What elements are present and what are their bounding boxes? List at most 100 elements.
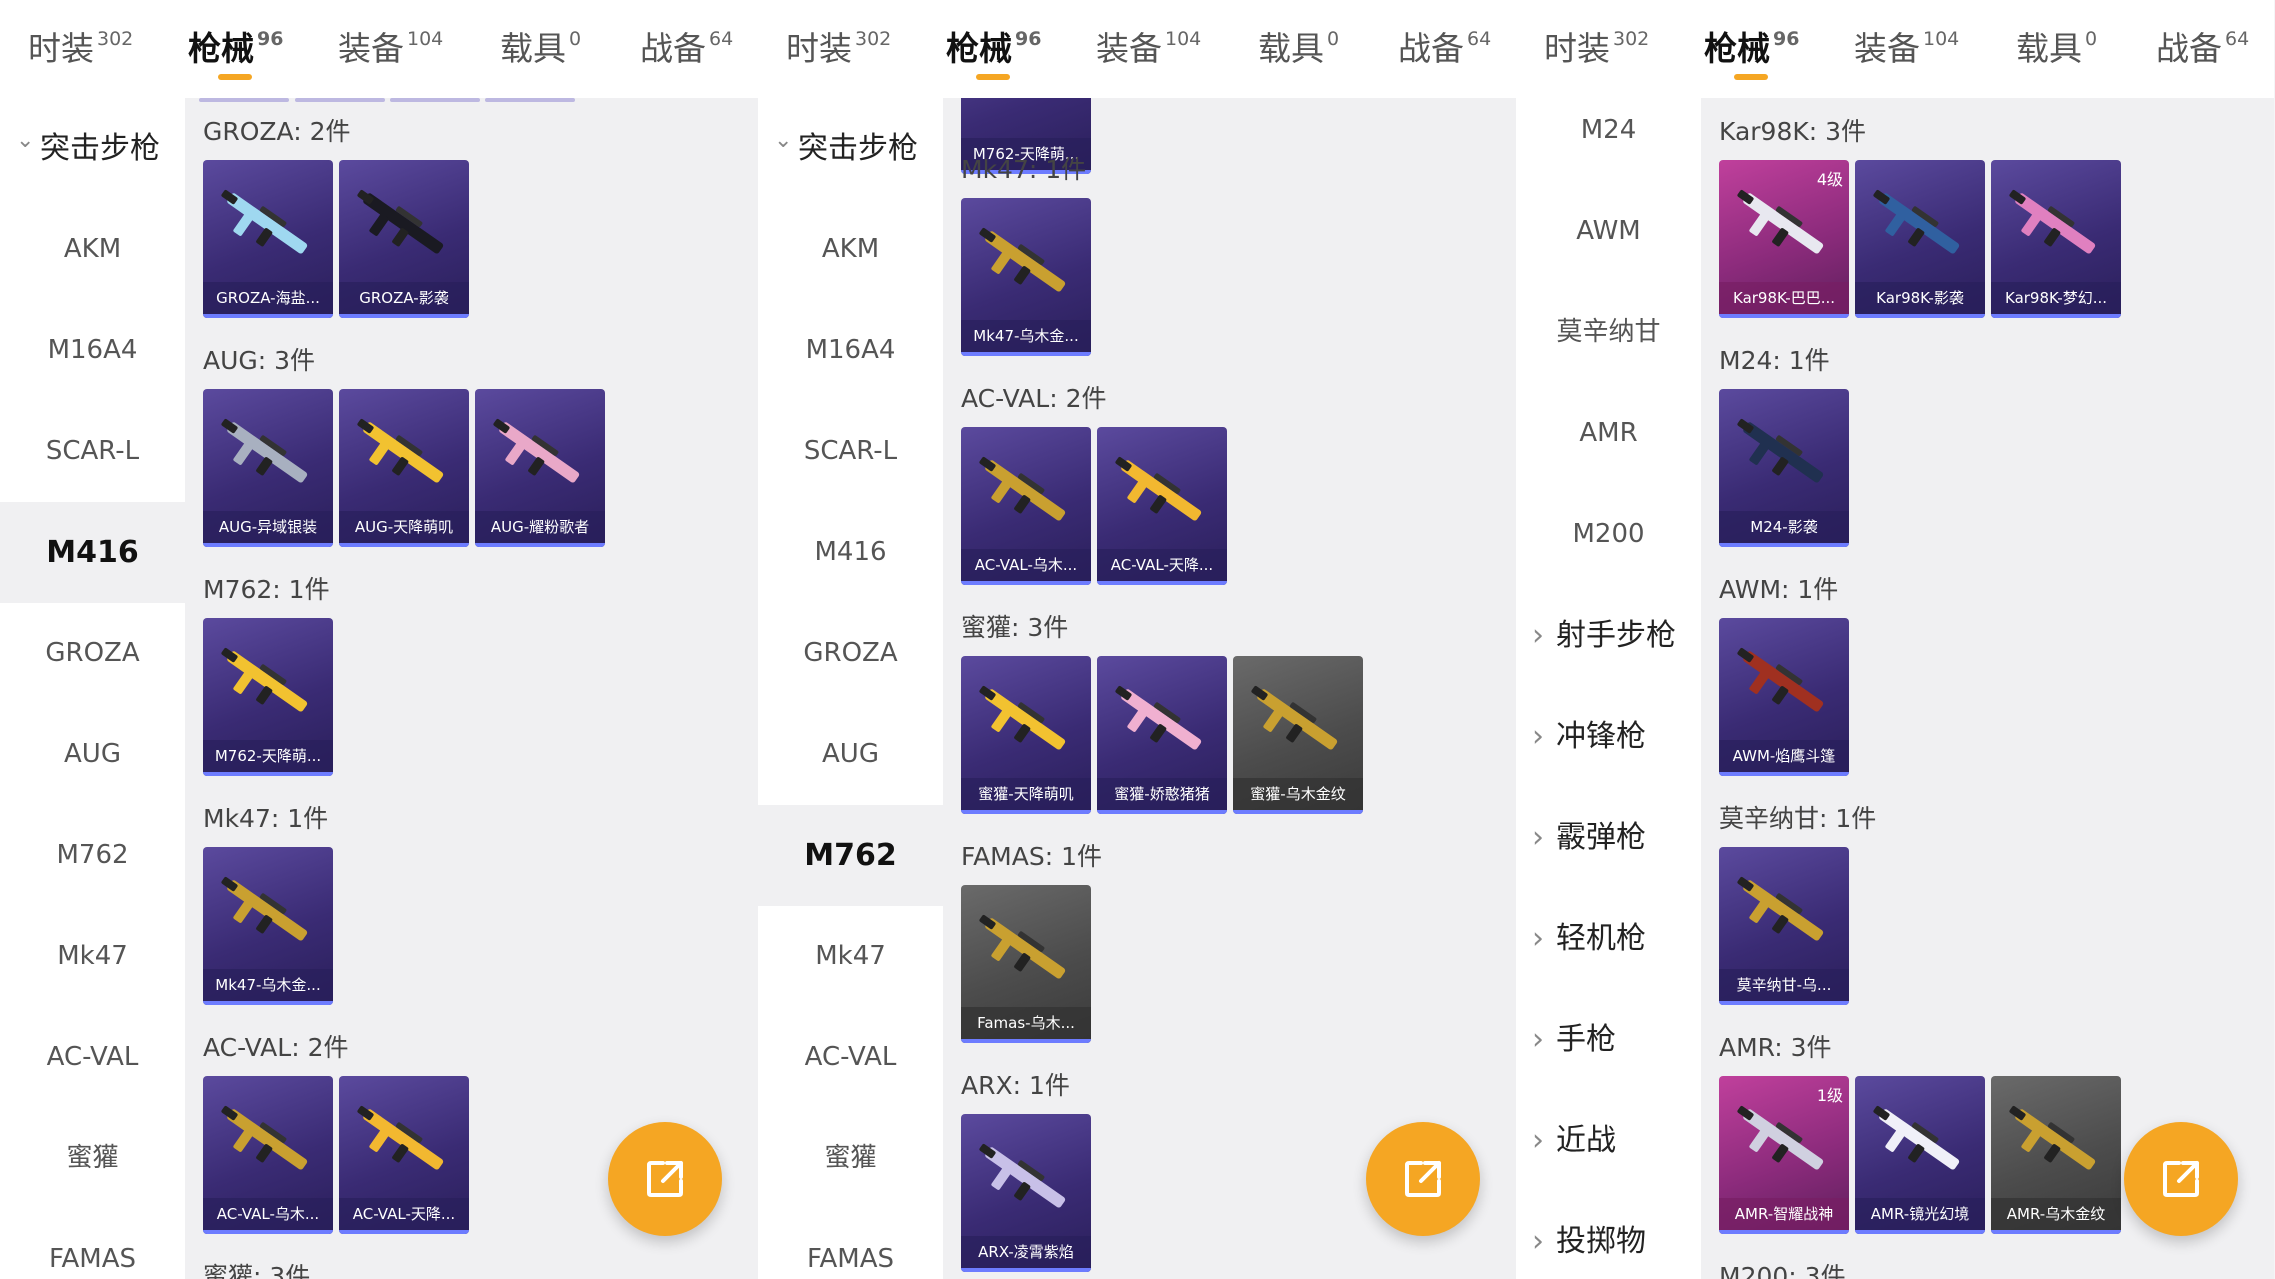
skin-card[interactable]: AC-VAL-天降... — [339, 1076, 469, 1234]
card-bar — [339, 1230, 469, 1234]
category-5[interactable]: › 近战 — [1516, 1090, 1701, 1191]
skin-name: AUG-异域银装 — [203, 511, 333, 543]
tab-count: 64 — [2225, 28, 2250, 50]
sidebar-item-7[interactable]: Mk47 — [758, 906, 943, 1007]
category-label: 近战 — [1556, 1123, 1616, 1158]
inventory-panel-1: 时装 302 枪械 96 装备 104 载具 0 战备 64 ⌄ 突击步枪 AKM M16A4 SCAR-L… — [0, 0, 758, 1279]
gun-icon — [979, 227, 1066, 292]
sidebar-item-3[interactable]: M416 — [0, 502, 185, 603]
tab-label: 枪械 — [946, 29, 1012, 68]
skin-card[interactable]: 4级 Kar98K-巴巴... — [1719, 160, 1849, 318]
sidebar-item-5[interactable]: AUG — [758, 704, 943, 805]
share-button[interactable] — [2124, 1122, 2238, 1236]
sidebar-item-2[interactable]: SCAR-L — [0, 401, 185, 502]
skin-card[interactable]: 蜜獾-娇憨猪猪 — [1097, 656, 1227, 814]
skin-card[interactable]: AMR-乌木金纹 — [1991, 1076, 2121, 1234]
sidebar-item-10[interactable]: FAMAS — [758, 1209, 943, 1279]
sidebar-item-10[interactable]: FAMAS — [0, 1209, 185, 1279]
sidebar-item-4[interactable]: M200 — [1516, 484, 1701, 585]
sidebar-item-6[interactable]: M762 — [0, 805, 185, 906]
tab-1[interactable]: 枪械 96 — [946, 22, 1041, 80]
scrolled-card-edge — [485, 98, 575, 102]
card-bar — [203, 543, 333, 547]
skin-card[interactable]: AWM-焰鹰斗篷 — [1719, 618, 1849, 776]
skin-name: GROZA-影袭 — [339, 282, 469, 314]
sidebar-item-3[interactable]: M416 — [758, 502, 943, 603]
skin-card[interactable]: ARX-凌霄紫焰 — [961, 1114, 1091, 1272]
category-assault-rifle[interactable]: ⌄ 突击步枪 — [758, 98, 943, 199]
sidebar-item-0[interactable]: AKM — [758, 199, 943, 300]
skin-card[interactable]: AMR-镜光幻境 — [1855, 1076, 1985, 1234]
sidebar-item-9[interactable]: 蜜獾 — [758, 1108, 943, 1209]
category-label: 轻机枪 — [1556, 921, 1646, 956]
category-assault-rifle[interactable]: ⌄ 突击步枪 — [0, 98, 185, 199]
scrolled-card-edge — [199, 98, 289, 102]
sidebar-item-2[interactable]: SCAR-L — [758, 401, 943, 502]
tab-1[interactable]: 枪械 96 — [1704, 22, 1800, 80]
tab-2[interactable]: 装备 104 — [338, 22, 443, 72]
skin-card[interactable]: Kar98K-梦幻... — [1991, 160, 2121, 318]
tab-count: 64 — [709, 28, 734, 50]
sidebar-item-3[interactable]: AMR — [1516, 383, 1701, 484]
card-bar — [339, 314, 469, 318]
skin-card[interactable]: Kar98K-影袭 — [1855, 160, 1985, 318]
sidebar-item-6[interactable]: M762 — [758, 805, 943, 906]
tab-2[interactable]: 装备 104 — [1854, 22, 1959, 72]
share-button[interactable] — [1366, 1122, 1480, 1236]
category-0[interactable]: › 射手步枪 — [1516, 585, 1701, 686]
skin-card[interactable]: AC-VAL-乌木... — [203, 1076, 333, 1234]
sidebar-item-1[interactable]: M16A4 — [758, 300, 943, 401]
skin-card[interactable]: Mk47-乌木金... — [961, 198, 1091, 356]
tab-1[interactable]: 枪械 96 — [188, 22, 283, 80]
skin-card[interactable]: AUG-天降萌叽 — [339, 389, 469, 547]
tab-0[interactable]: 时装 302 — [28, 22, 133, 72]
tab-4[interactable]: 战备 64 — [2156, 22, 2249, 72]
category-3[interactable]: › 轻机枪 — [1516, 888, 1701, 989]
external-link-icon — [2163, 1161, 2199, 1197]
tab-0[interactable]: 时装 302 — [1544, 22, 1649, 72]
category-6[interactable]: › 投掷物 — [1516, 1191, 1701, 1279]
sidebar-item-4[interactable]: GROZA — [0, 603, 185, 704]
tab-0[interactable]: 时装 302 — [786, 22, 891, 72]
tab-3[interactable]: 载具 0 — [500, 22, 581, 72]
card-bar — [203, 314, 333, 318]
sidebar-item-4[interactable]: GROZA — [758, 603, 943, 704]
skin-card[interactable]: 1级 AMR-智耀战神 — [1719, 1076, 1849, 1234]
tab-2[interactable]: 装备 104 — [1096, 22, 1201, 72]
sidebar-item-7[interactable]: Mk47 — [0, 906, 185, 1007]
sidebar-item-1[interactable]: AWM — [1516, 181, 1701, 282]
skin-card[interactable]: 莫辛纳甘-乌... — [1719, 847, 1849, 1005]
tab-4[interactable]: 战备 64 — [640, 22, 733, 72]
sidebar-item-1[interactable]: M16A4 — [0, 300, 185, 401]
chevron-down-icon: ⌄ — [16, 128, 35, 153]
category-1[interactable]: › 冲锋枪 — [1516, 686, 1701, 787]
category-2[interactable]: › 霰弹枪 — [1516, 787, 1701, 888]
sidebar-item-8[interactable]: AC-VAL — [758, 1007, 943, 1108]
skin-card[interactable]: GROZA-影袭 — [339, 160, 469, 318]
tab-count: 104 — [1165, 28, 1202, 50]
sidebar-item-2[interactable]: 莫辛纳甘 — [1516, 282, 1701, 383]
skin-card[interactable]: M762-天降萌... — [203, 618, 333, 776]
tab-3[interactable]: 载具 0 — [1258, 22, 1339, 72]
skin-card[interactable]: 蜜獾-天降萌叽 — [961, 656, 1091, 814]
skin-card[interactable]: AC-VAL-天降... — [1097, 427, 1227, 585]
share-button[interactable] — [608, 1122, 722, 1236]
tab-4[interactable]: 战备 64 — [1398, 22, 1491, 72]
card-bar — [339, 543, 469, 547]
skin-card[interactable]: Famas-乌木... — [961, 885, 1091, 1043]
sidebar-item-0[interactable]: AKM — [0, 199, 185, 300]
sidebar-item-9[interactable]: 蜜獾 — [0, 1108, 185, 1209]
skin-card[interactable]: AUG-耀粉歌者 — [475, 389, 605, 547]
sidebar-item-5[interactable]: AUG — [0, 704, 185, 805]
card-bar — [1719, 772, 1849, 776]
skin-card[interactable]: 蜜獾-乌木金纹 — [1233, 656, 1363, 814]
skin-card[interactable]: Mk47-乌木金... — [203, 847, 333, 1005]
skin-card[interactable]: M24-影袭 — [1719, 389, 1849, 547]
tab-3[interactable]: 载具 0 — [2016, 22, 2097, 72]
sidebar-item-8[interactable]: AC-VAL — [0, 1007, 185, 1108]
tab-count: 96 — [1773, 28, 1800, 50]
skin-card[interactable]: AC-VAL-乌木... — [961, 427, 1091, 585]
skin-card[interactable]: GROZA-海盐... — [203, 160, 333, 318]
skin-card[interactable]: AUG-异域银装 — [203, 389, 333, 547]
category-4[interactable]: › 手枪 — [1516, 989, 1701, 1090]
